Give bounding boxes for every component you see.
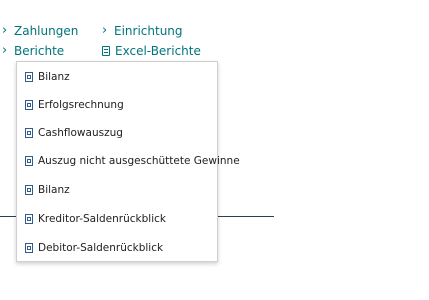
chevron-right-icon: › (2, 23, 8, 38)
excel-report-icon (25, 72, 33, 82)
nav-link-label: Excel-Berichte (115, 44, 201, 58)
excel-report-icon (25, 214, 33, 224)
chevron-right-icon: › (102, 23, 108, 38)
excel-report-icon (25, 243, 33, 253)
menu-item-auszug-gewinne[interactable]: Auszug nicht ausgeschüttete Gewinne (25, 150, 240, 172)
nav-link-label: Zahlungen (14, 24, 79, 38)
menu-item-bilanz[interactable]: Bilanz (25, 66, 213, 88)
nav-link-excel-berichte[interactable]: Excel-Berichte (102, 43, 201, 59)
menu-item-label: Bilanz (38, 71, 70, 83)
menu-item-label: Erfolgsrechnung (38, 99, 124, 111)
menu-item-erfolgsrechnung[interactable]: Erfolgsrechnung (25, 94, 213, 116)
document-icon (102, 46, 110, 56)
menu-item-bilanz-2[interactable]: Bilanz (25, 179, 213, 201)
menu-item-cashflowauszug[interactable]: Cashflowauszug (25, 122, 213, 144)
nav-link-berichte[interactable]: › Berichte (2, 43, 64, 59)
menu-item-label: Debitor-Saldenrückblick (38, 242, 164, 254)
menu-item-label: Kreditor-Saldenrückblick (38, 213, 166, 225)
nav-link-label: Einrichtung (114, 24, 183, 38)
divider-right (218, 216, 274, 217)
menu-item-kreditor-saldenrueckblick[interactable]: Kreditor-Saldenrückblick (25, 208, 213, 230)
menu-item-debitor-saldenrueckblick[interactable]: Debitor-Saldenrückblick (25, 237, 213, 259)
nav-link-label: Berichte (14, 44, 65, 58)
excel-reports-menu: Bilanz Erfolgsrechnung Cashflowauszug Au… (16, 61, 240, 262)
menu-item-label: Cashflowauszug (38, 127, 123, 139)
chevron-right-icon: › (2, 43, 8, 58)
excel-report-icon (25, 156, 33, 166)
nav-link-einrichtung[interactable]: › Einrichtung (102, 23, 183, 39)
nav-link-zahlungen[interactable]: › Zahlungen (2, 23, 78, 39)
excel-report-icon (25, 185, 33, 195)
menu-item-label: Bilanz (38, 184, 70, 196)
menu-item-label: Auszug nicht ausgeschüttete Gewinne (38, 155, 240, 167)
divider-left (0, 216, 16, 217)
excel-report-icon (25, 128, 33, 138)
excel-report-icon (25, 100, 33, 110)
